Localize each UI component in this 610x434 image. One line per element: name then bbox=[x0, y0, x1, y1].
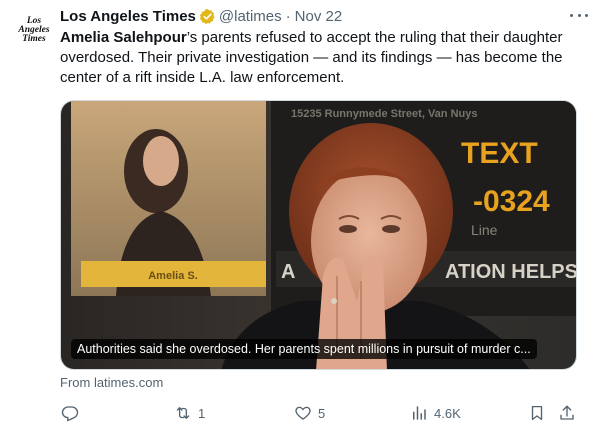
banner-text-3: ATION HELPS bbox=[445, 261, 577, 283]
repost-button[interactable]: 1 bbox=[174, 402, 205, 424]
reply-button[interactable] bbox=[61, 402, 85, 424]
views-chart-icon bbox=[413, 406, 426, 420]
avatar-line-3: Times bbox=[22, 33, 46, 44]
account-handle[interactable]: @latimes bbox=[219, 8, 282, 25]
separator-dot: · bbox=[285, 7, 291, 25]
like-count: 5 bbox=[318, 405, 326, 421]
share-button[interactable] bbox=[558, 402, 582, 424]
share-icon bbox=[560, 405, 574, 420]
media-photo: Amelia S. 15235 Runnymede Street, Van Nu… bbox=[61, 101, 577, 369]
verified-badge-icon[interactable] bbox=[199, 8, 216, 25]
repost-icon bbox=[176, 407, 190, 419]
bookmark-button[interactable] bbox=[528, 402, 552, 424]
heart-icon bbox=[295, 406, 311, 420]
post-date[interactable]: Nov 22 bbox=[295, 8, 343, 25]
banner-line-text: Line bbox=[471, 222, 498, 238]
poster-name: Amelia S. bbox=[148, 270, 198, 282]
action-bar: 1 5 4.6K bbox=[58, 402, 580, 424]
display-name[interactable]: Los Angeles Times bbox=[60, 8, 196, 25]
banner-address: 15235 Runnymede Street, Van Nuys bbox=[291, 108, 477, 120]
avatar[interactable]: Los Angeles Times bbox=[14, 10, 54, 50]
source-link[interactable]: From latimes.com bbox=[60, 375, 163, 390]
media-caption: Authorities said she overdosed. Her pare… bbox=[71, 339, 537, 359]
post-media[interactable]: Amelia S. 15235 Runnymede Street, Van Nu… bbox=[60, 100, 577, 370]
more-options-icon[interactable] bbox=[570, 8, 588, 22]
bookmark-icon bbox=[531, 405, 543, 421]
post-text-highlight: Amelia Salehpour bbox=[60, 29, 187, 46]
post-text: Amelia Salehpour’s parents refused to ac… bbox=[60, 28, 580, 88]
repost-count: 1 bbox=[198, 405, 206, 421]
reply-icon bbox=[61, 406, 79, 422]
like-button[interactable]: 5 bbox=[294, 402, 325, 424]
banner-text-4: A bbox=[281, 261, 295, 283]
tweet-header: Los Angeles Times @latimes · Nov 22 bbox=[60, 6, 342, 26]
views-count: 4.6K bbox=[434, 405, 461, 421]
banner-text-2: -0324 bbox=[473, 185, 550, 218]
tweet[interactable]: Los Angeles Times Los Angeles Times @lat… bbox=[0, 0, 610, 434]
banner-text-1: TEXT bbox=[461, 137, 538, 170]
views-button[interactable]: 4.6K bbox=[410, 402, 461, 424]
